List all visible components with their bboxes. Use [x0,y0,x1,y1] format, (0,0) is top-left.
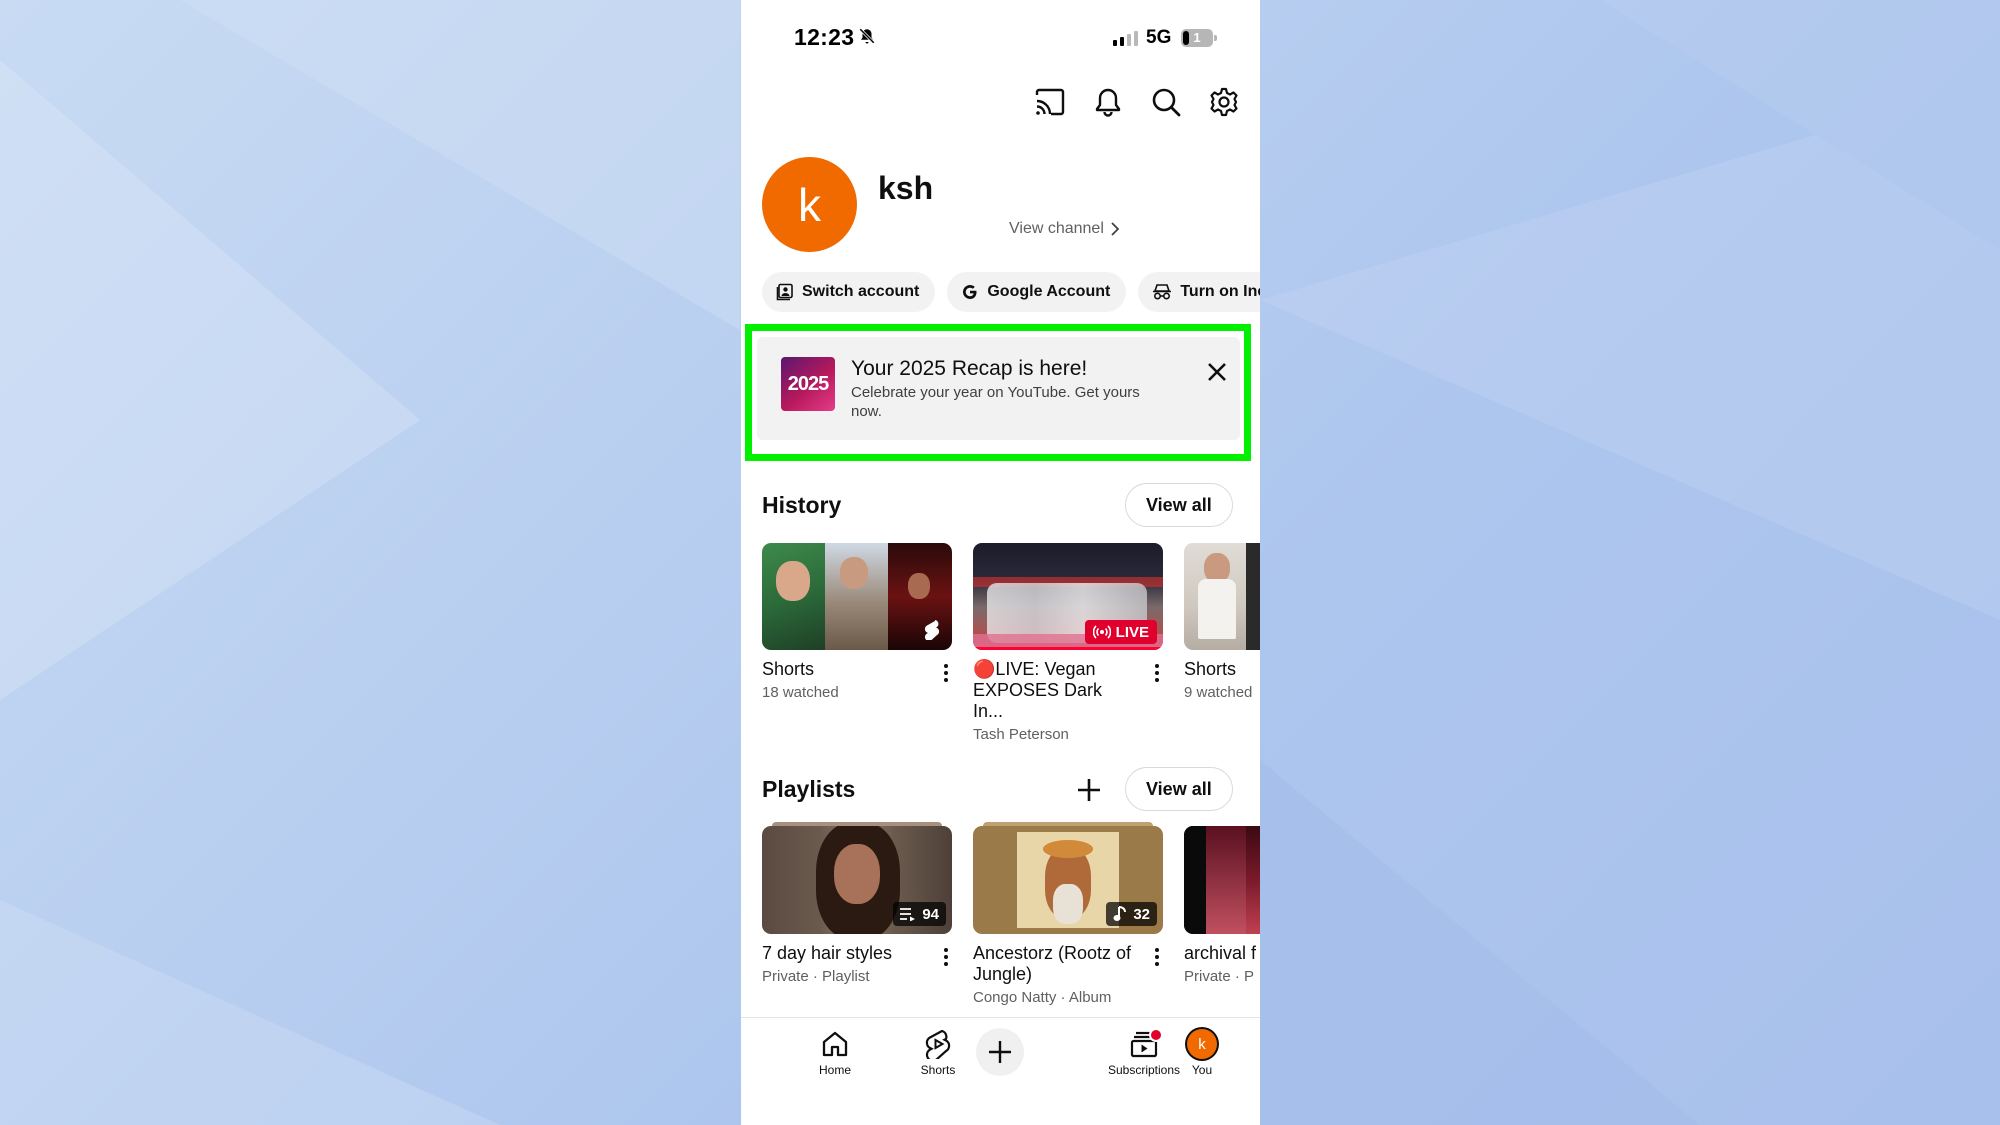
playlist-item-meta: Private · P [1184,968,1255,985]
shorts-icon [924,620,940,640]
google-account-label: Google Account [987,283,1111,300]
history-title: History [762,492,842,518]
search-icon[interactable] [1150,86,1182,118]
shorts-icon [893,1028,983,1060]
add-playlist-icon[interactable] [1075,776,1103,804]
silent-mode-icon [858,27,876,50]
nav-you[interactable]: k You [1157,1028,1247,1077]
album-count: 32 [1133,905,1150,923]
playlist-thumbnail: 32 [973,826,1163,934]
bell-icon[interactable] [1092,86,1124,118]
top-actions [1034,86,1240,118]
history-item-name: Shorts [1184,659,1237,679]
playlist-icon [900,908,916,921]
network-type: 5G [1146,27,1172,48]
profile-name: ksh [878,170,934,206]
recap-thumbnail: 2025 [781,357,835,411]
history-item-meta: 18 watched [762,684,839,701]
incognito-label: Turn on Inc [1180,283,1260,300]
history-view-all-button[interactable]: View all [1125,483,1233,527]
bottom-nav: Home Shorts Subscriptions k You [741,1017,1260,1125]
gear-icon[interactable] [1208,86,1240,118]
home-icon [790,1028,880,1060]
playlist-item[interactable]: 32 Ancestorz (Rootz of Jungle) Congo Nat… [973,822,1163,1006]
live-broadcast-icon [1092,625,1111,639]
playlist-item[interactable]: 94 7 day hair styles Private · Playlist [762,822,952,985]
google-account-button[interactable]: Google Account [947,272,1127,312]
history-item-name: Shorts [762,659,815,679]
playlist-item-name: Ancestorz (Rootz of Jungle) [973,943,1132,984]
history-item[interactable]: LIVE 🔴LIVE: Vegan EXPOSES Dark In... Tas… [973,543,1163,743]
live-badge-label: LIVE [1115,623,1149,641]
nav-you-icon-wrap: k [1157,1028,1247,1060]
battery-level: 1 [1193,30,1201,45]
live-badge: LIVE [1084,620,1157,644]
history-item-meta: Tash Peterson [973,726,1069,743]
incognito-icon [1153,284,1172,300]
status-time: 12:23 [794,24,855,50]
playlist-item-meta: Congo Natty · Album [973,989,1112,1006]
nav-you-label: You [1191,1063,1213,1077]
account-chips: Switch account Google Account Turn on In… [762,272,1260,312]
view-channel-link[interactable]: View channel [1009,220,1119,238]
view-channel-label: View channel [1009,220,1104,237]
close-icon[interactable] [1204,359,1230,385]
playlist-count-badge: 94 [893,902,946,926]
album-count-badge: 32 [1106,902,1157,926]
chevron-right-icon [1111,222,1119,236]
switch-account-label: Switch account [802,283,920,300]
create-button[interactable] [976,1028,1024,1076]
playlist-thumbnail [1184,826,1260,934]
more-options-icon[interactable] [1151,661,1163,685]
playlists-view-all-button[interactable]: View all [1125,767,1233,811]
switch-account-icon [776,283,793,301]
playlist-count: 94 [922,905,939,923]
plus-icon [989,1041,1011,1063]
avatar: k [1187,1029,1217,1059]
avatar[interactable]: k [762,157,857,252]
status-bar: 12:23 5G 1 [741,0,1260,70]
nav-shorts-label: Shorts [920,1063,956,1077]
nav-shorts[interactable]: Shorts [893,1028,983,1077]
cast-icon[interactable] [1034,86,1066,118]
recap-subtitle: Celebrate your year on YouTube. Get your… [851,384,1140,420]
google-g-icon [963,285,977,299]
history-item-name: 🔴LIVE: Vegan EXPOSES Dark In... [973,659,1103,721]
playlist-item[interactable]: archival f Private · P [1184,826,1260,985]
music-note-icon [1113,906,1127,921]
battery-icon: 1 [1181,29,1217,47]
switch-account-button[interactable]: Switch account [762,272,936,312]
history-thumbnail [1184,543,1260,650]
more-options-icon[interactable] [1151,945,1163,969]
more-options-icon[interactable] [940,661,952,685]
playlist-thumbnail: 94 [762,826,952,934]
playlist-item-meta: Private · Playlist [762,968,870,985]
playlists-title: Playlists [762,776,856,802]
recap-title: Your 2025 Recap is here! [851,357,1088,380]
more-options-icon[interactable] [940,945,952,969]
playlist-item-name: 7 day hair styles [762,943,893,963]
incognito-button[interactable]: Turn on Inc [1138,272,1260,312]
playlist-item-name: archival f [1184,943,1257,963]
signal-icon [1113,31,1138,46]
history-item-meta: 9 watched [1184,684,1253,701]
history-item[interactable]: Shorts 18 watched [762,543,952,701]
phone-screen: 12:23 5G 1 k ksh View channel Switch acc… [741,0,1260,1125]
history-thumbnail [762,543,952,650]
nav-home[interactable]: Home [790,1028,880,1077]
recap-banner[interactable]: 2025 Your 2025 Recap is here! Celebrate … [757,337,1240,440]
history-item[interactable]: Shorts 9 watched [1184,543,1260,701]
nav-home-label: Home [818,1063,851,1077]
history-thumbnail: LIVE [973,543,1163,650]
